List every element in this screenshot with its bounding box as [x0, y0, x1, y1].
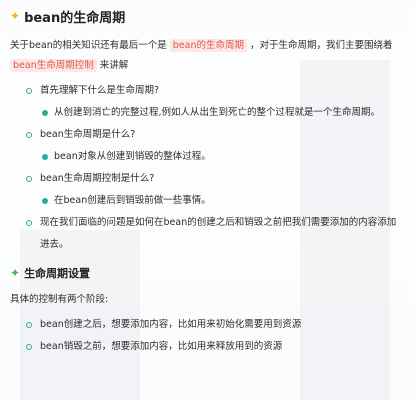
- sparkle-icon: ✦: [10, 266, 21, 280]
- intro-text: 来讲解: [96, 60, 129, 71]
- subsection-heading: ✦ 生命周期设置: [10, 262, 405, 284]
- list-item: bean生命周期是什么? bean对象从创建到销毁的整体过程。: [26, 124, 405, 168]
- list-item: 在bean创建后到销毁前做一些事情。: [42, 190, 405, 212]
- subsection-title: 生命周期设置: [24, 267, 91, 280]
- list-item: bean创建之后，想要添加内容，比如用来初始化需要用到资源: [26, 314, 405, 336]
- list-item: 现在我们面临的问题是如何在bean的创建之后和销毁之前把我们需要添加的内容添加进…: [26, 212, 405, 256]
- sub-list: 从创建到消亡的完整过程,例如人从出生到死亡的整个过程就是一个生命周期。: [40, 102, 405, 124]
- list-item: bean生命周期控制是什么? 在bean创建后到销毁前做一些事情。: [26, 168, 405, 212]
- list-item: 从创建到消亡的完整过程,例如人从出生到死亡的整个过程就是一个生命周期。: [42, 102, 405, 124]
- list-item: 首先理解下什么是生命周期? 从创建到消亡的完整过程,例如人从出生到死亡的整个过程…: [26, 80, 405, 124]
- sub-list: bean对象从创建到销毁的整体过程。: [40, 146, 405, 168]
- intro-text: 关于bean的相关知识还有最后一个是: [10, 40, 170, 51]
- intro-paragraph: 关于bean的相关知识还有最后一个是 bean的生命周期 ，对于生命周期，我们主…: [10, 36, 405, 76]
- stage-list: bean创建之后，想要添加内容，比如用来初始化需要用到资源 bean销毁之前，想…: [10, 314, 405, 358]
- list-item: bean对象从创建到销毁的整体过程。: [42, 146, 405, 168]
- inline-code-highlight: bean生命周期控制: [10, 59, 97, 72]
- document-page: ✦ bean的生命周期 关于bean的相关知识还有最后一个是 bean的生命周期…: [0, 0, 415, 400]
- sparkle-icon: ✦: [10, 9, 21, 23]
- intro-text: ，对于生命周期，我们主要围绕着: [246, 40, 393, 51]
- question-label: 首先理解下什么是生命周期?: [40, 85, 160, 96]
- section-heading: ✦ bean的生命周期: [10, 2, 405, 30]
- inline-code-highlight: bean的生命周期: [169, 39, 247, 52]
- question-list: 首先理解下什么是生命周期? 从创建到消亡的完整过程,例如人从出生到死亡的整个过程…: [10, 80, 405, 256]
- sub-list: 在bean创建后到销毁前做一些事情。: [40, 190, 405, 212]
- question-label: bean生命周期是什么?: [40, 129, 136, 140]
- section-title: bean的生命周期: [24, 10, 126, 26]
- article-content: ✦ bean的生命周期 关于bean的相关知识还有最后一个是 bean的生命周期…: [0, 2, 415, 358]
- question-label: bean生命周期控制是什么?: [40, 173, 155, 184]
- list-item: bean销毁之前，想要添加内容，比如用来释放用到的资源: [26, 336, 405, 358]
- stage-intro: 具体的控制有两个阶段:: [10, 294, 109, 305]
